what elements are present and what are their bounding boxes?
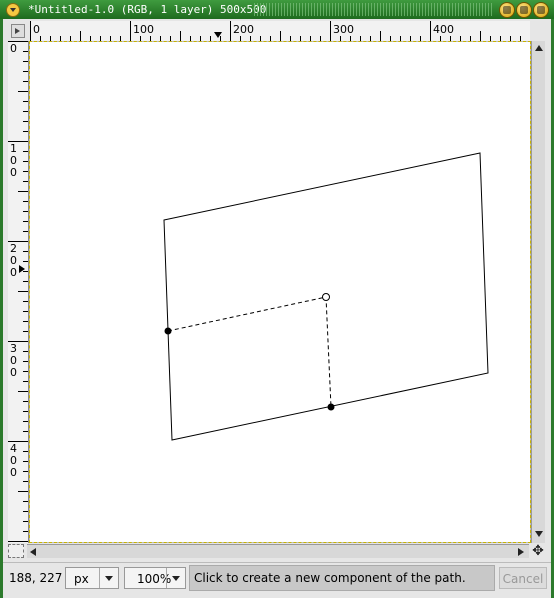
- vruler-label: 2 0 0: [10, 242, 17, 279]
- horizontal-ruler[interactable]: 0 100 200 300 400: [30, 21, 530, 42]
- vertical-scrollbar[interactable]: [531, 41, 545, 543]
- scroll-right-icon[interactable]: [518, 548, 524, 556]
- vruler-label: 0: [10, 42, 17, 55]
- hruler-label: 100: [133, 23, 154, 36]
- path-anchor-handle[interactable]: [327, 403, 335, 411]
- horizontal-ruler-ticks: [30, 21, 521, 41]
- path-drawing: [163, 152, 489, 441]
- quick-mask-icon[interactable]: [8, 544, 24, 558]
- pointer-coordinates: 188, 227: [9, 571, 63, 585]
- hruler-label: 0: [33, 23, 40, 36]
- status-message-text: Click to create a new component of the p…: [194, 571, 466, 585]
- vruler-label: 3 0 0: [10, 342, 17, 379]
- horizontal-scrollbar[interactable]: [27, 544, 529, 558]
- image-canvas[interactable]: [30, 42, 530, 542]
- vertical-ruler[interactable]: 0 1 0 0 2 0 0 3 0 0 4 0 0: [8, 41, 29, 543]
- close-icon[interactable]: [533, 2, 549, 18]
- title-bar[interactable]: *Untitled-1.0 (RGB, 1 layer) 500x500: [0, 0, 554, 19]
- scroll-down-icon[interactable]: [535, 531, 543, 537]
- maximize-icon[interactable]: [516, 2, 532, 18]
- chevron-down-icon[interactable]: [166, 568, 185, 588]
- path-anchor-handle[interactable]: [164, 327, 172, 335]
- navigate-icon[interactable]: ✥: [530, 543, 546, 559]
- shade-icon[interactable]: [499, 2, 515, 18]
- image-menu-button[interactable]: [11, 24, 25, 38]
- menu-icon[interactable]: [6, 3, 20, 17]
- path-handle-lines: [167, 296, 332, 408]
- hruler-label: 400: [433, 23, 454, 36]
- scroll-left-icon[interactable]: [30, 548, 36, 556]
- unit-selector[interactable]: px: [65, 567, 119, 589]
- status-message: Click to create a new component of the p…: [189, 565, 495, 591]
- title-grip: [254, 3, 492, 16]
- window-title: *Untitled-1.0 (RGB, 1 layer) 500x500: [28, 3, 267, 16]
- status-bar: 188, 227 px 100% Click to create a new c…: [3, 562, 551, 595]
- scroll-up-icon[interactable]: [535, 45, 543, 51]
- hruler-label: 300: [333, 23, 354, 36]
- window-frame-left: [0, 19, 3, 598]
- unit-value: px: [74, 572, 89, 586]
- path-anchor-selected[interactable]: [322, 293, 330, 301]
- hruler-pointer-marker: [214, 32, 222, 38]
- zoom-selector[interactable]: 100%: [124, 567, 186, 589]
- vruler-label: 1 0 0: [10, 142, 17, 179]
- hruler-label: 200: [233, 23, 254, 36]
- chevron-down-icon[interactable]: [99, 568, 118, 588]
- cancel-button[interactable]: Cancel: [499, 567, 547, 589]
- vruler-label: 4 0 0: [10, 442, 17, 479]
- vruler-pointer-marker: [19, 265, 25, 273]
